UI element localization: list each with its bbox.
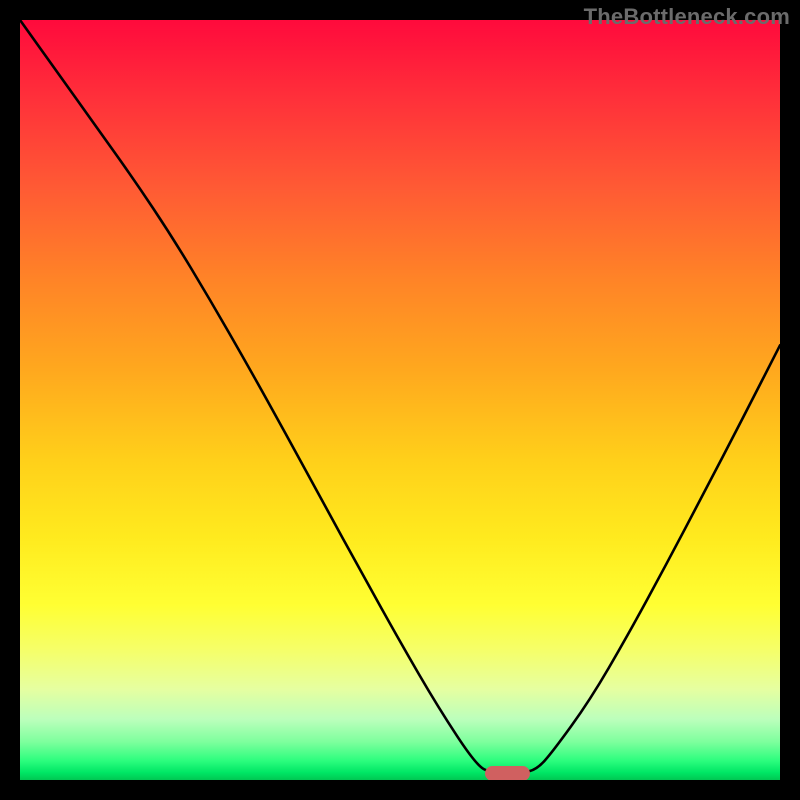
chart-frame: TheBottleneck.com xyxy=(0,0,800,800)
bottleneck-curve xyxy=(20,20,780,780)
watermark-text: TheBottleneck.com xyxy=(584,4,790,30)
plot-area xyxy=(20,20,780,780)
optimum-marker xyxy=(485,766,530,780)
